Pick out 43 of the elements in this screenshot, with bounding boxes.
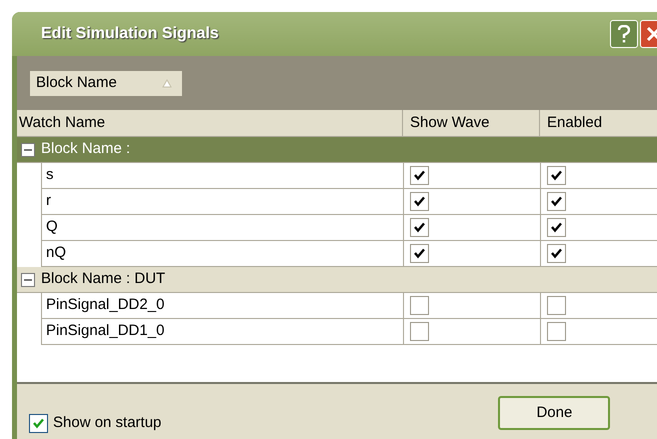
checkbox[interactable] xyxy=(547,192,566,211)
help-button[interactable] xyxy=(610,20,638,48)
checkbox[interactable] xyxy=(410,218,429,237)
checkbox[interactable] xyxy=(410,322,429,341)
sort-ascending-icon xyxy=(162,78,172,88)
table-cell-text: Q xyxy=(45,217,59,238)
column-header[interactable]: Watch Name xyxy=(17,110,402,136)
checkbox[interactable] xyxy=(547,166,566,185)
group-label: Block Name : xyxy=(41,139,130,160)
collapse-icon[interactable] xyxy=(21,272,35,286)
checkbox[interactable] xyxy=(547,244,566,263)
column-header[interactable]: Enabled xyxy=(539,110,657,136)
checkbox[interactable] xyxy=(547,218,566,237)
check-icon xyxy=(413,247,426,260)
checkbox[interactable] xyxy=(547,296,566,315)
check-icon xyxy=(550,247,563,260)
group-by-button[interactable]: Block Name xyxy=(30,70,182,96)
table-cell-text: r xyxy=(45,191,52,212)
check-icon xyxy=(413,169,426,182)
show-on-startup-checkbox[interactable]: Show on startup xyxy=(29,412,162,434)
check-icon xyxy=(413,221,426,234)
checkbox[interactable] xyxy=(547,322,566,341)
checkbox[interactable] xyxy=(410,296,429,315)
collapse-icon[interactable] xyxy=(21,142,35,156)
checkbox[interactable] xyxy=(410,244,429,263)
group-label: Block Name : DUT xyxy=(41,269,166,290)
checkbox[interactable] xyxy=(410,192,429,211)
column-header[interactable]: Show Wave xyxy=(402,110,539,136)
checkbox[interactable] xyxy=(410,166,429,185)
table-cell-text: PinSignal_DD2_0 xyxy=(45,295,166,316)
group-row[interactable]: Block Name : xyxy=(17,137,657,163)
check-icon xyxy=(550,169,563,182)
check-icon xyxy=(32,416,45,430)
check-icon xyxy=(550,221,563,234)
window-title: Edit Simulation Signals xyxy=(41,24,219,44)
table-cell-text: PinSignal_DD1_0 xyxy=(45,321,166,342)
done-button[interactable]: Done xyxy=(498,396,610,430)
check-icon xyxy=(413,195,426,208)
table-cell-text: nQ xyxy=(45,243,68,264)
group-row[interactable]: Block Name : DUT xyxy=(17,267,657,293)
table-cell-text: s xyxy=(45,165,54,186)
help-icon xyxy=(618,25,630,43)
check-icon xyxy=(550,195,563,208)
